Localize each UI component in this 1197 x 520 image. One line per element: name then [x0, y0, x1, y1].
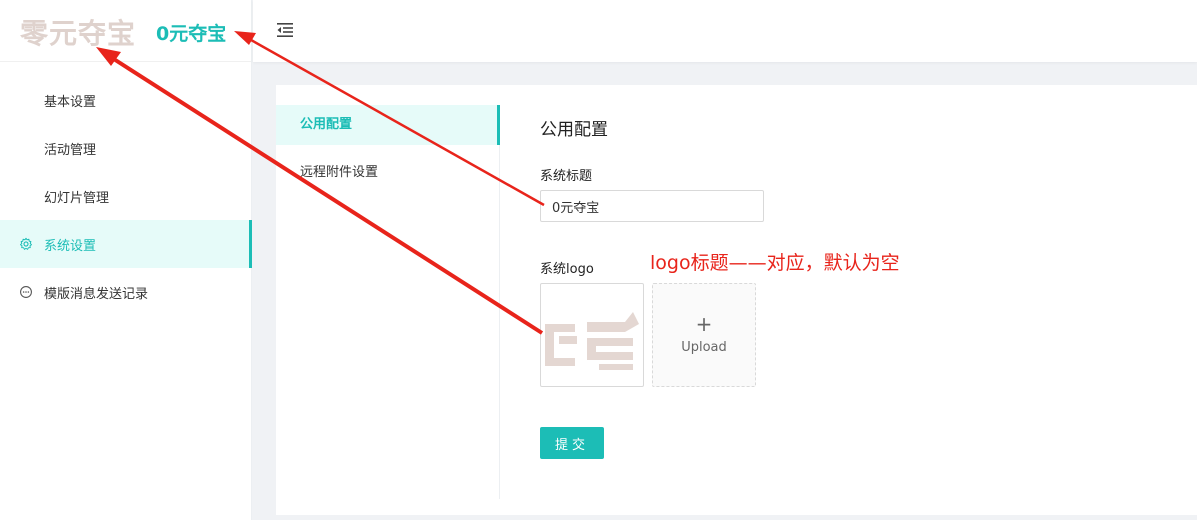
system-title-label: 系统标题: [540, 169, 593, 184]
brand-title: 0元夺宝: [156, 23, 227, 45]
subnav-item-public-config[interactable]: 公用配置: [276, 105, 500, 145]
menu-fold-icon[interactable]: [275, 20, 295, 40]
sidebar-item-label: 活动管理: [44, 142, 97, 158]
annotation-note: logo标题——对应，默认为空: [650, 252, 900, 274]
upload-label: Upload: [681, 340, 727, 355]
logo-thumbnail-graphic: [545, 312, 639, 370]
subnav-item-remote-attachment[interactable]: 远程附件设置: [276, 153, 499, 193]
logo-upload-button[interactable]: + Upload: [652, 283, 756, 387]
settings-subnav: 公用配置 远程附件设置: [276, 105, 500, 499]
sidebar-item-template-message-log[interactable]: 模版消息发送记录: [0, 268, 252, 316]
sidebar-item-label: 系统设置: [44, 238, 97, 254]
sidebar-menu: 基本设置 活动管理 幻灯片管理 系统设置 模版消息发送记录: [0, 76, 252, 316]
sidebar-item-label: 模版消息发送记录: [44, 286, 149, 302]
brand-logo-text: 零元夺宝: [20, 17, 137, 50]
sidebar: 零元夺宝 0元夺宝 基本设置 活动管理 幻灯片管理 系统设置 模版消息发送记录: [0, 0, 252, 520]
sidebar-item-label: 幻灯片管理: [44, 190, 110, 206]
submit-button[interactable]: 提交: [540, 427, 604, 459]
content-card: 公用配置 远程附件设置 公用配置 系统标题 系统logo + Upload 提交: [276, 85, 1197, 515]
sidebar-item-basic-settings[interactable]: 基本设置: [0, 76, 252, 124]
top-header: [253, 0, 1197, 62]
brand-area: 零元夺宝 0元夺宝: [0, 0, 251, 62]
form-heading: 公用配置: [540, 120, 608, 140]
logo-preview-image[interactable]: [540, 283, 644, 387]
sidebar-item-system-settings[interactable]: 系统设置: [0, 220, 252, 268]
system-logo-label: 系统logo: [540, 262, 594, 277]
plus-icon: +: [695, 312, 713, 336]
gear-icon: [20, 237, 32, 250]
chat-bubble-icon: [20, 286, 32, 298]
sidebar-item-label: 基本设置: [44, 94, 97, 110]
system-title-input[interactable]: [540, 190, 764, 222]
sidebar-item-slideshow-management[interactable]: 幻灯片管理: [0, 172, 252, 220]
sidebar-item-activity-management[interactable]: 活动管理: [0, 124, 252, 172]
